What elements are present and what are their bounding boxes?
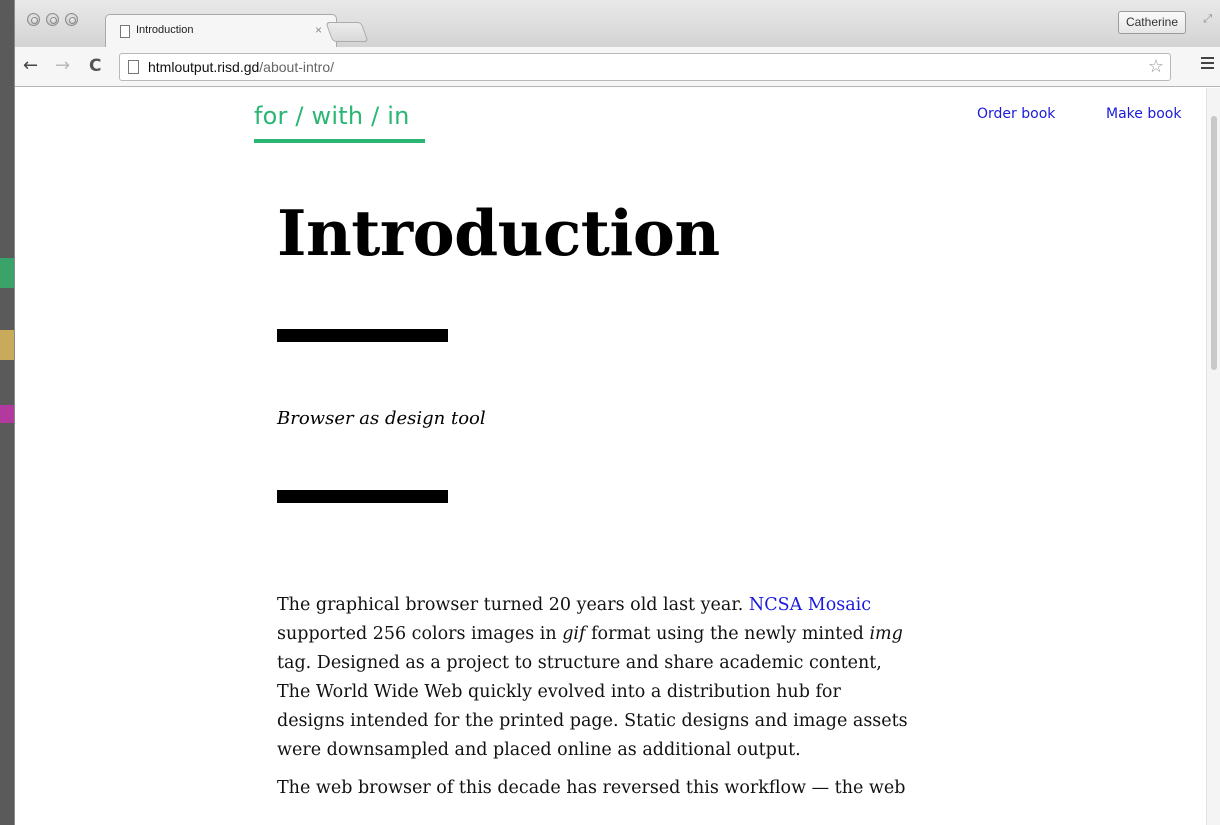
vertical-scrollbar[interactable]: [1206, 88, 1220, 825]
close-window-button[interactable]: [27, 13, 40, 26]
url-host: htmloutput.risd.gd: [148, 59, 260, 75]
address-bar[interactable]: htmloutput.risd.gd/about-intro/ ☆: [119, 53, 1171, 81]
browser-window: Introduction × Catherine ⤢ ← → C htmlout…: [14, 0, 1220, 825]
text: tag. Designed as a project to structure …: [277, 653, 882, 673]
desktop-strip: [0, 330, 14, 360]
menu-icon[interactable]: [1201, 57, 1214, 69]
logo-underline: [254, 139, 425, 143]
page-title: Introduction: [277, 196, 720, 270]
minimize-window-button[interactable]: [46, 13, 59, 26]
ncsa-mosaic-link[interactable]: NCSA Mosaic: [749, 595, 871, 615]
browser-toolbar: ← → C htmloutput.risd.gd/about-intro/ ☆: [15, 47, 1220, 87]
site-logo[interactable]: for / with / in: [254, 102, 409, 130]
page-icon: [128, 60, 139, 74]
text: supported 256 colors images in: [277, 624, 563, 644]
url-path: /about-intro/: [259, 59, 335, 75]
forward-button[interactable]: →: [55, 55, 70, 76]
order-book-link[interactable]: Order book: [977, 106, 1055, 122]
text: img: [869, 624, 903, 644]
paragraph: The graphical browser turned 20 years ol…: [277, 591, 957, 765]
profile-button[interactable]: Catherine: [1117, 11, 1186, 34]
make-book-link[interactable]: Make book: [1106, 106, 1181, 122]
reload-button[interactable]: C: [89, 56, 101, 76]
tab-title: Introduction: [136, 24, 194, 36]
paragraph: The web browser of this decade has rever…: [277, 778, 906, 798]
text: gif: [562, 624, 586, 644]
text: were downsampled and placed online as ad…: [277, 740, 801, 760]
url-text[interactable]: htmloutput.risd.gd/about-intro/: [148, 59, 334, 75]
tab-bar: Introduction × Catherine ⤢: [15, 0, 1220, 47]
desktop-strip: [0, 258, 14, 288]
new-tab-button[interactable]: [325, 22, 369, 42]
tab-close-icon[interactable]: ×: [315, 23, 322, 37]
divider-rule: [277, 329, 448, 342]
desktop-strip: [0, 405, 14, 423]
text: The graphical browser turned 20 years ol…: [277, 595, 749, 615]
document-icon: [120, 25, 130, 38]
text: designs intended for the printed page. S…: [277, 711, 908, 731]
back-button[interactable]: ←: [23, 55, 38, 76]
bookmark-star-icon[interactable]: ☆: [1148, 56, 1164, 77]
fullscreen-icon[interactable]: ⤢: [1203, 13, 1212, 26]
article-body: The graphical browser turned 20 years ol…: [277, 591, 957, 812]
page-content: for / with / in Order book Make book Int…: [15, 88, 1207, 825]
text: The World Wide Web quickly evolved into …: [277, 682, 841, 702]
window-controls: [27, 13, 78, 26]
zoom-window-button[interactable]: [65, 13, 78, 26]
divider-rule: [277, 490, 448, 503]
scrollbar-thumb[interactable]: [1211, 116, 1217, 370]
tab-introduction[interactable]: Introduction ×: [105, 14, 337, 47]
text: format using the newly minted: [585, 624, 870, 644]
page-subtitle: Browser as design tool: [277, 408, 486, 429]
